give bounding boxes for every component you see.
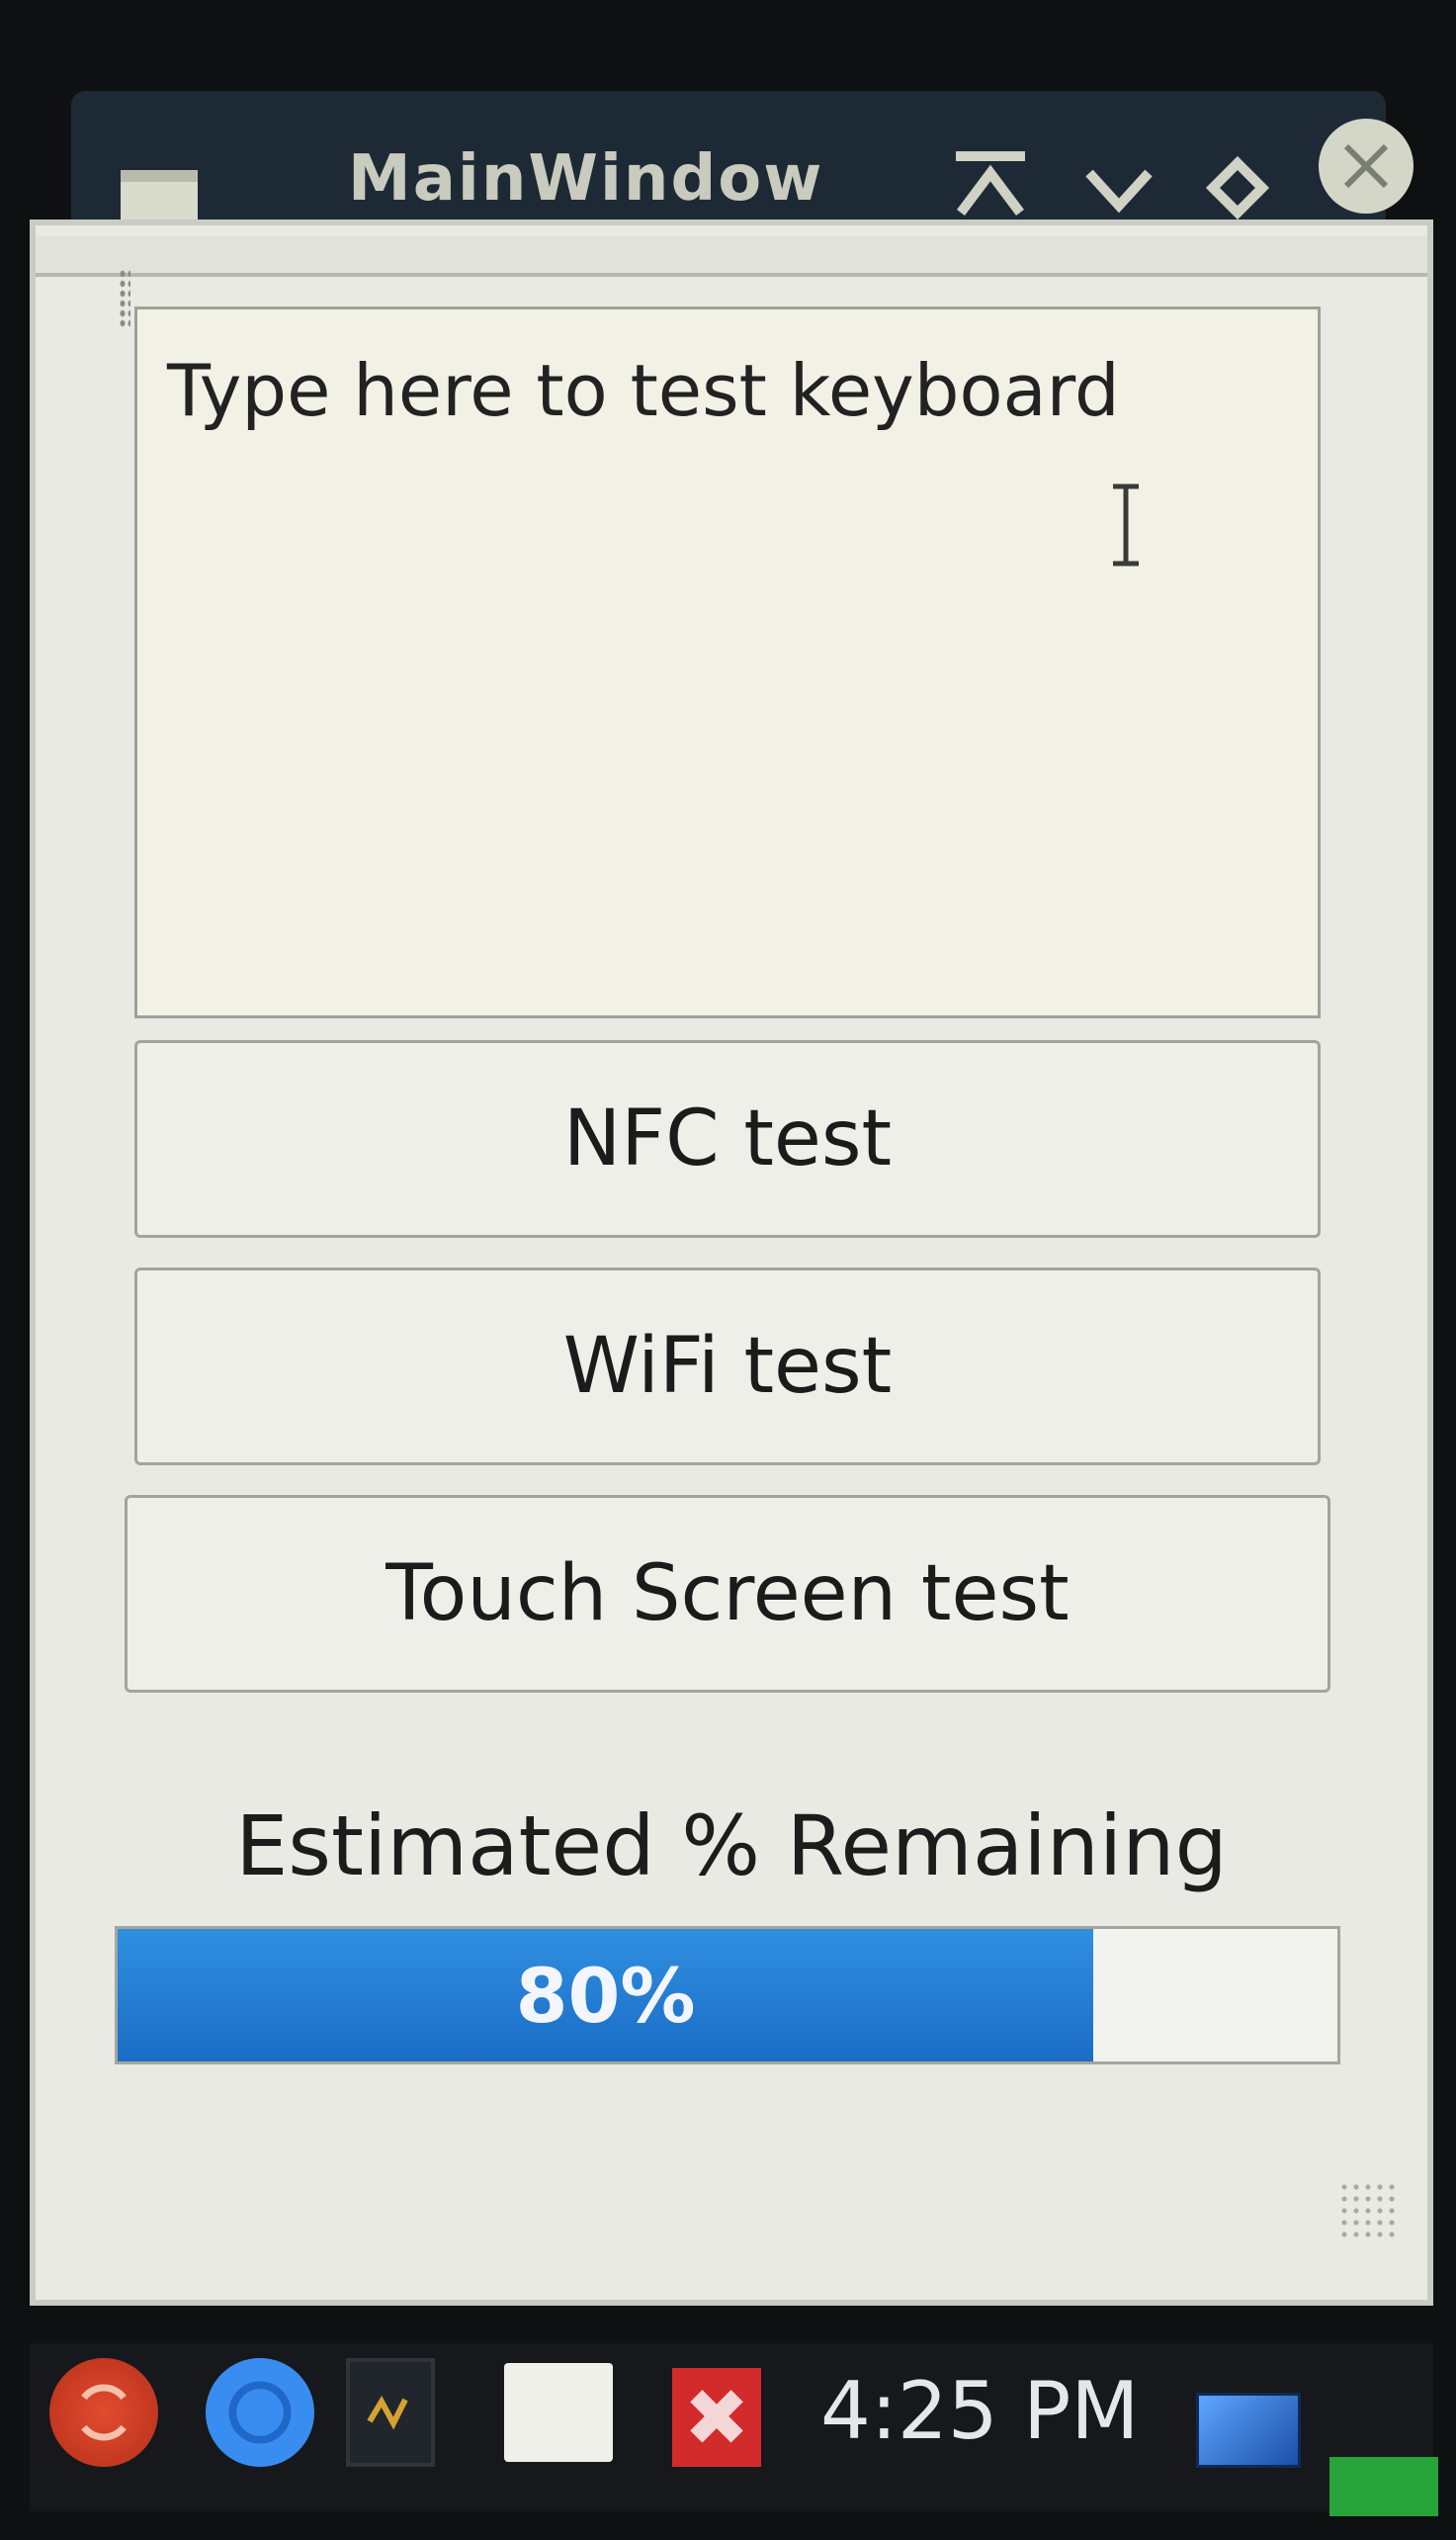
- taskbar-clock: 4:25 PM: [820, 2365, 1140, 2457]
- toolbar-grip[interactable]: [119, 269, 130, 328]
- touch-screen-test-label: Touch Screen test: [385, 1549, 1070, 1638]
- battery-label: Estimated % Remaining: [235, 1797, 1228, 1894]
- nfc-test-button[interactable]: NFC test: [134, 1040, 1321, 1238]
- window-title: MainWindow: [348, 142, 824, 216]
- display-icon[interactable]: [1196, 2393, 1301, 2468]
- wifi-test-label: WiFi test: [562, 1322, 893, 1411]
- nfc-test-label: NFC test: [562, 1095, 893, 1183]
- browser-icon[interactable]: [206, 2358, 314, 2467]
- status-indicator-icon: [1329, 2457, 1438, 2516]
- touch-screen-test-button[interactable]: Touch Screen test: [125, 1495, 1330, 1693]
- close-app-icon[interactable]: ✖: [672, 2368, 761, 2467]
- keyboard-test-input[interactable]: [134, 307, 1321, 1018]
- terminal-icon[interactable]: [346, 2358, 435, 2467]
- file-manager-icon[interactable]: [504, 2363, 613, 2462]
- battery-percent-text: 80%: [515, 1951, 696, 2040]
- battery-progress-bar: 80%: [115, 1926, 1340, 2064]
- window-title-bar[interactable]: MainWindow: [71, 91, 1413, 225]
- app-window-icon[interactable]: [121, 170, 198, 225]
- main-window: NFC test WiFi test Touch Screen test Est…: [30, 219, 1433, 2306]
- close-icon[interactable]: [1319, 119, 1413, 214]
- resize-grip[interactable]: [1338, 2181, 1398, 2240]
- wifi-test-button[interactable]: WiFi test: [134, 1268, 1321, 1465]
- toolbar-area: [36, 235, 1427, 277]
- menu-icon[interactable]: [49, 2358, 158, 2467]
